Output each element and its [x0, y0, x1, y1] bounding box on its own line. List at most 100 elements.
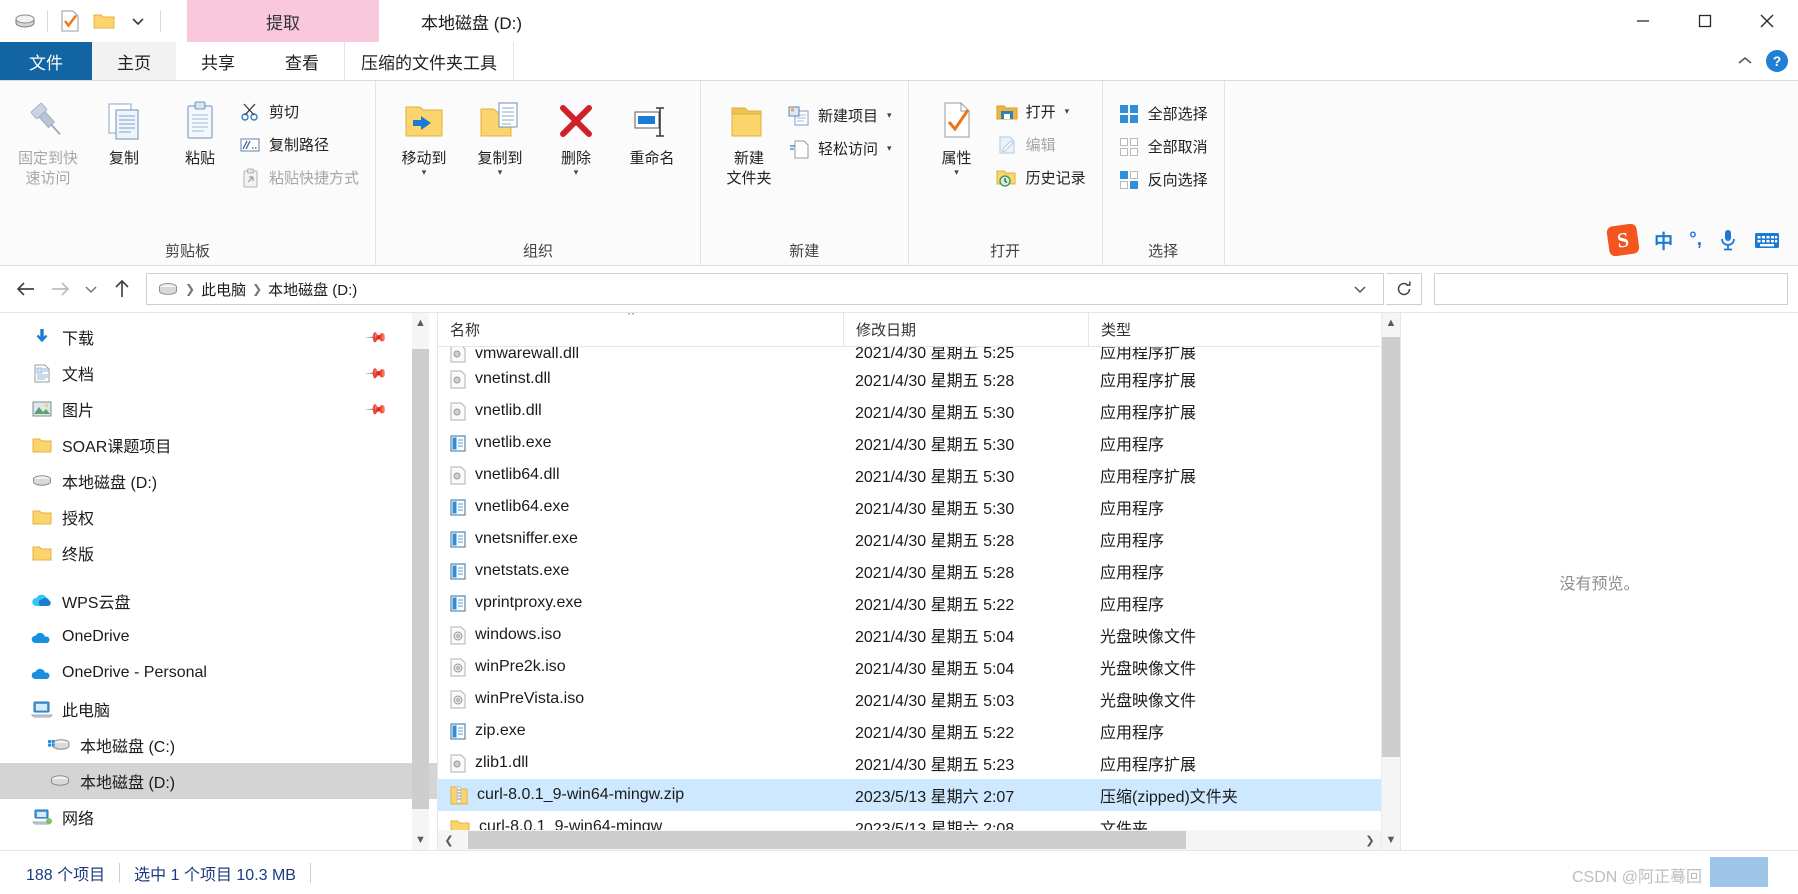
- keyboard-icon[interactable]: [1754, 231, 1780, 250]
- copy-path-button[interactable]: 复制路径: [238, 128, 365, 161]
- tab-share[interactable]: 共享: [176, 42, 260, 80]
- chevron-down-icon[interactable]: ▾: [422, 167, 427, 178]
- microphone-icon[interactable]: [1718, 228, 1738, 252]
- search-input[interactable]: [1434, 273, 1788, 305]
- drive-icon[interactable]: [8, 4, 42, 38]
- tab-view[interactable]: 查看: [260, 42, 344, 80]
- pin-icon[interactable]: 📌: [364, 361, 389, 385]
- sidebar-item-documents[interactable]: 文档 📌: [0, 355, 437, 391]
- paste-shortcut-button[interactable]: 粘贴快捷方式: [238, 161, 365, 194]
- recent-locations-icon[interactable]: [78, 273, 104, 305]
- table-row[interactable]: vnetstats.exe 2021/4/30 星期五 5:28 应用程序: [438, 555, 1400, 587]
- scroll-up-arrow-icon[interactable]: ▲: [412, 313, 429, 333]
- chevron-down-icon[interactable]: ▾: [574, 167, 579, 178]
- refresh-icon[interactable]: [1386, 273, 1422, 305]
- table-row[interactable]: vnetinst.dll 2021/4/30 星期五 5:28 应用程序扩展: [438, 363, 1400, 395]
- open-button[interactable]: 打开 ▾: [995, 95, 1092, 128]
- properties-button[interactable]: 属性 ▾: [919, 89, 995, 178]
- edit-button[interactable]: 编辑: [995, 128, 1092, 161]
- pin-to-quick-access-button[interactable]: 固定到快 速访问: [10, 89, 86, 189]
- file-list-horizontal-scrollbar[interactable]: ❮ ❯: [438, 830, 1381, 850]
- chevron-down-icon[interactable]: ▾: [498, 167, 503, 178]
- up-arrow-icon[interactable]: [106, 273, 138, 305]
- sidebar-item-final-version[interactable]: 终版: [0, 535, 437, 571]
- table-row[interactable]: zlib1.dll 2021/4/30 星期五 5:23 应用程序扩展: [438, 747, 1400, 779]
- sidebar-item-local-disk-c[interactable]: 本地磁盘 (C:): [0, 727, 437, 763]
- sidebar-item-local-disk-d[interactable]: 本地磁盘 (D:): [0, 763, 437, 799]
- table-row[interactable]: vnetlib64.dll 2021/4/30 星期五 5:30 应用程序扩展: [438, 459, 1400, 491]
- new-folder-button[interactable]: 新建 文件夹: [711, 89, 787, 189]
- chevron-down-icon[interactable]: [121, 4, 155, 38]
- chevron-down-icon[interactable]: ▾: [1065, 106, 1070, 117]
- tab-home[interactable]: 主页: [92, 42, 176, 80]
- table-row[interactable]: vprintproxy.exe 2021/4/30 星期五 5:22 应用程序: [438, 587, 1400, 619]
- invert-selection-button[interactable]: 反向选择: [1117, 163, 1214, 196]
- sidebar-item-network[interactable]: 网络: [0, 799, 437, 835]
- cut-button[interactable]: 剪切: [238, 95, 365, 128]
- nav-scroll-thumb[interactable]: [412, 349, 429, 809]
- file-list-scrollbar[interactable]: ▲ ▼: [1381, 313, 1400, 850]
- close-button[interactable]: [1736, 0, 1798, 42]
- table-row-selected[interactable]: curl-8.0.1_9-win64-mingw.zip 2023/5/13 星…: [438, 779, 1400, 811]
- rename-button[interactable]: 重命名: [614, 89, 690, 169]
- hscroll-thumb[interactable]: [468, 831, 1186, 849]
- chevron-down-icon[interactable]: ▾: [887, 110, 892, 121]
- sogou-logo-icon[interactable]: S: [1606, 223, 1641, 257]
- hscroll-track[interactable]: [460, 831, 1359, 849]
- select-none-button[interactable]: 全部取消: [1117, 130, 1214, 163]
- ime-mode-button[interactable]: 中: [1654, 227, 1673, 254]
- column-header-type[interactable]: 类型: [1088, 313, 1318, 347]
- scroll-up-arrow-icon[interactable]: ▲: [1382, 313, 1400, 333]
- forward-arrow-icon[interactable]: [44, 273, 76, 305]
- tab-compressed-folder-tools[interactable]: 压缩的文件夹工具: [344, 42, 514, 80]
- table-row[interactable]: windows.iso 2021/4/30 星期五 5:04 光盘映像文件: [438, 619, 1400, 651]
- minimize-button[interactable]: [1612, 0, 1674, 42]
- sidebar-item-this-pc[interactable]: 此电脑: [0, 691, 437, 727]
- column-header-date[interactable]: 修改日期: [843, 313, 1088, 347]
- table-row[interactable]: winPreVista.iso 2021/4/30 星期五 5:03 光盘映像文…: [438, 683, 1400, 715]
- contextual-tab-extract[interactable]: 提取: [187, 0, 379, 42]
- column-header-name[interactable]: 名称 ^: [438, 313, 843, 347]
- table-row[interactable]: vnetlib.dll 2021/4/30 星期五 5:30 应用程序扩展: [438, 395, 1400, 427]
- copy-to-button[interactable]: 复制到 ▾: [462, 89, 538, 178]
- table-row[interactable]: vnetlib64.exe 2021/4/30 星期五 5:30 应用程序: [438, 491, 1400, 523]
- sidebar-item-local-disk-d-quick[interactable]: 本地磁盘 (D:): [0, 463, 437, 499]
- address-breadcrumb-box[interactable]: ❯ 此电脑 ❯ 本地磁盘 (D:): [146, 273, 1384, 305]
- ime-punctuation-button[interactable]: °,: [1689, 229, 1702, 251]
- move-to-button[interactable]: 移动到 ▾: [386, 89, 462, 178]
- sidebar-item-wps-cloud[interactable]: WPS云盘: [0, 583, 437, 619]
- nav-scrollbar[interactable]: ▲ ▼: [412, 313, 429, 850]
- chevron-down-icon[interactable]: ▾: [887, 143, 892, 154]
- properties-check-icon[interactable]: [53, 4, 87, 38]
- history-button[interactable]: 历史记录: [995, 161, 1092, 194]
- maximize-button[interactable]: [1674, 0, 1736, 42]
- sidebar-item-downloads[interactable]: 下载 📌: [0, 319, 437, 355]
- scroll-left-arrow-icon[interactable]: ❮: [438, 834, 460, 847]
- pin-icon[interactable]: 📌: [364, 397, 389, 421]
- help-icon[interactable]: ?: [1766, 50, 1788, 72]
- select-all-button[interactable]: 全部选择: [1117, 97, 1214, 130]
- pin-icon[interactable]: 📌: [364, 325, 389, 349]
- breadcrumb-this-pc[interactable]: 此电脑: [197, 279, 250, 300]
- chevron-up-icon[interactable]: [1736, 55, 1754, 67]
- table-row[interactable]: vnetsniffer.exe 2021/4/30 星期五 5:28 应用程序: [438, 523, 1400, 555]
- sidebar-item-onedrive-personal[interactable]: OneDrive - Personal: [0, 655, 437, 691]
- sidebar-item-authorization[interactable]: 授权: [0, 499, 437, 535]
- new-item-button[interactable]: 新建项目 ▾: [787, 99, 898, 132]
- paste-button[interactable]: 粘贴: [162, 89, 238, 169]
- chevron-down-icon[interactable]: [1343, 284, 1377, 294]
- table-row[interactable]: vmwarewall.dll 2021/4/30 星期五 5:25 应用程序扩展: [438, 347, 1400, 363]
- table-row[interactable]: vnetlib.exe 2021/4/30 星期五 5:30 应用程序: [438, 427, 1400, 459]
- sidebar-item-pictures[interactable]: 图片 📌: [0, 391, 437, 427]
- back-arrow-icon[interactable]: [10, 273, 42, 305]
- scroll-down-arrow-icon[interactable]: ▼: [1382, 830, 1400, 850]
- scroll-down-arrow-icon[interactable]: ▼: [412, 830, 429, 850]
- table-row[interactable]: winPre2k.iso 2021/4/30 星期五 5:04 光盘映像文件: [438, 651, 1400, 683]
- chevron-down-icon[interactable]: ▾: [954, 167, 959, 178]
- sidebar-item-soar-project[interactable]: SOAR课题项目: [0, 427, 437, 463]
- file-scroll-thumb[interactable]: [1382, 337, 1400, 757]
- copy-button[interactable]: 复制: [86, 89, 162, 169]
- delete-button[interactable]: 删除 ▾: [538, 89, 614, 178]
- tab-file[interactable]: 文件: [0, 42, 92, 80]
- breadcrumb-local-disk-d[interactable]: 本地磁盘 (D:): [264, 279, 361, 300]
